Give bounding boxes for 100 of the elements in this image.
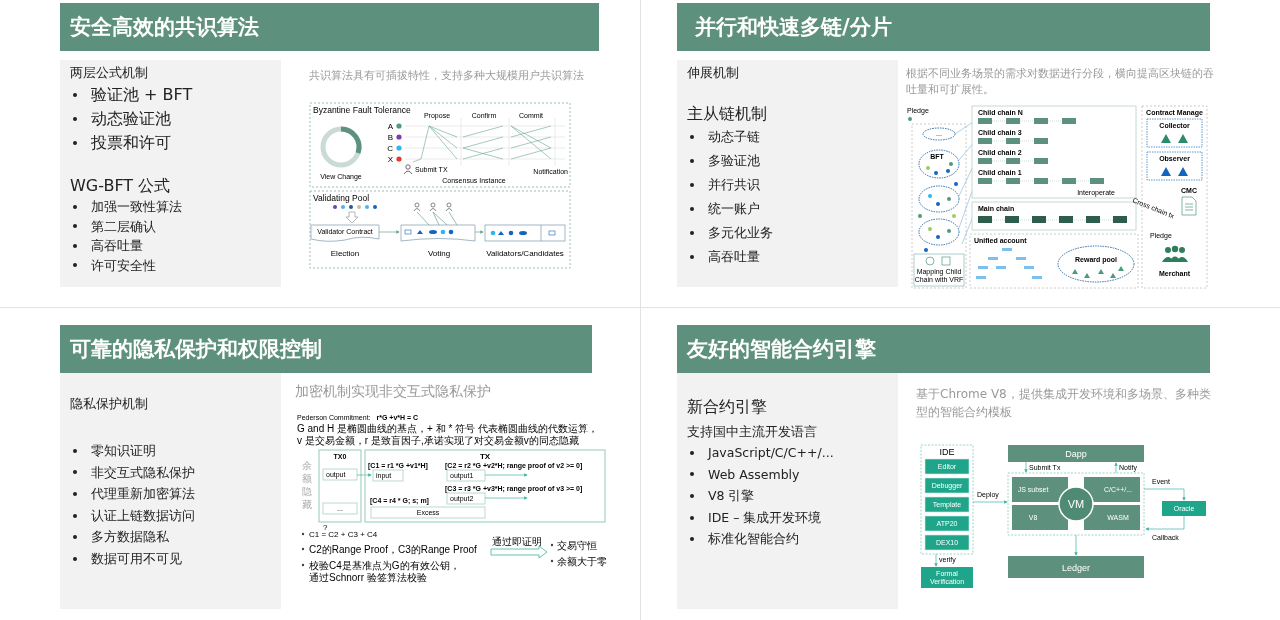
bullet-text: 标准化智能合约 [708,530,799,549]
section-header: 可靠的隐私保护和权限控制 [60,325,592,373]
people-icon [1162,245,1188,262]
section-header: 友好的智能合约引擎 [677,325,1210,373]
tool-box [924,515,970,532]
stage-label: Election [330,249,360,258]
list-heading: 支持国中主流开发语言 [687,423,818,441]
stage-label: Voting [427,249,451,258]
bullet-text: IDE – 集成开发环境 [708,508,822,527]
result-text: 交易守恒 [557,540,597,551]
voters-drawing [413,202,458,226]
tool-box [924,458,970,475]
bullet-icon [690,183,694,187]
bullet-icon [690,207,694,211]
check-text: C2的Range Proof，C3的Range Proof [309,544,477,555]
triangle-icon [1161,134,1188,143]
ring-drawing [320,126,362,168]
section-header: 安全高效的共识算法 [60,3,599,51]
caption-text: 基于Chrome V8，提供集成开发环境和多场景、多种类型的智能合约模板 [916,386,1212,421]
person-icon [403,164,413,175]
bullet-text: 加强一致性算法 [91,198,182,216]
bullet-icon [301,547,305,551]
bullet-text: 并行共识 [708,176,760,194]
bullet-icon [690,231,694,235]
bullet-text: 投票和许可 [91,132,171,154]
bullet-text: JavaScript/C/C++/... [708,444,834,462]
bullet-text: 许可安全性 [91,256,156,275]
engine-box [1084,477,1140,502]
bullet-icon [73,535,77,540]
tool-box [924,534,970,551]
bullet-icon [550,559,554,563]
check-text: 校验C4是基准点为G的有效公钥， 通过Schnorr 验签算法校验 [309,560,460,583]
bullet-icon [73,243,77,248]
bullet-icon [73,141,77,145]
proof-arrow [490,545,548,559]
bullet-icon [690,472,694,477]
bullet-text: Web Assembly [708,465,800,484]
output-box [322,468,358,481]
oracle-box [1162,501,1206,516]
bullet-icon [301,563,305,567]
triangle-icon [1161,167,1188,176]
bullet-text: 动态子链 [708,128,760,146]
bullet-text: 零知识证明 [91,442,156,460]
node-label: A [387,122,393,131]
bullet-icon [690,515,694,520]
output-box [446,469,486,482]
bullet-text: 多验证池 [708,152,760,170]
list-title: 新合约引擎 [687,396,768,418]
bullet-icon [690,135,694,139]
engine-box [1012,477,1068,502]
bullet-text: 多方数据隐私 [91,528,169,547]
document-icon [1181,196,1197,216]
result-text: 余额大于零 [557,556,607,567]
node-label: B [387,133,393,142]
pool-ellipse [922,127,956,141]
bullet-text: 验证池 + BFT [91,84,193,106]
bullet-text: 认证上链数据访问 [91,506,195,525]
bullet-text: V8 引擎 [708,487,755,506]
engine-box [1084,505,1140,530]
bullet-text: 第二层确认 [91,217,156,236]
bullet-text: 统一账户 [708,200,760,218]
tool-box [924,496,970,513]
bullet-icon [73,117,77,121]
vm-circle [1058,486,1094,522]
vertical-label: 余额隐藏 [302,460,312,510]
bullet-text: 代理重新加密算法 [91,485,195,504]
bullet-icon [73,513,77,518]
diagram-title: Byzantine Fault Tolerance [313,105,411,115]
engine-box [1012,505,1068,530]
bullet-icon [73,204,77,209]
panel-title: IDE [939,447,955,457]
bullet-text: 高吞吐量 [708,248,760,266]
bullet-icon [690,159,694,163]
bullet-icon [301,532,305,536]
check-text: C1 = C2 + C3 + C4 [309,530,378,539]
token-dot [908,117,912,121]
bullet-icon [690,450,694,455]
bullet-icon [690,255,694,259]
node-label: C [387,144,393,153]
bullet-icon [690,537,694,542]
caption-text: 加密机制实现非交互式隐私保护 [295,383,492,399]
bullet-icon [73,492,77,496]
note-text: G and H 是椭圆曲线的基点，+ 和 * 符号 代表椭圆曲线的代数运算， v 是交易金额，r 是致盲因子,承诺实现了对交易金额v的同态隐藏 [297,423,598,446]
stage-label: Validators/Candidates [486,249,564,258]
tool-box [924,477,970,494]
bullet-icon [73,470,77,475]
collector-box [1146,118,1203,148]
output-box [322,502,358,515]
bullet-text: 非交互式隐私保护 [91,463,195,482]
list-heading: 伸展机制 [687,64,740,82]
bullet-icon [73,448,77,453]
diagram-label: Dapp [1065,448,1087,459]
diagram-label: VM [1067,498,1085,510]
pool-dots-drawing [333,205,377,209]
list-heading: 隐私保护机制 [70,395,149,413]
contract-box [310,224,380,242]
box-title: TX [479,452,491,461]
bullet-text: 高吞吐量 [91,237,143,255]
list-title: WG-BFT 公式 [70,175,172,197]
bullet-icon [73,224,77,229]
